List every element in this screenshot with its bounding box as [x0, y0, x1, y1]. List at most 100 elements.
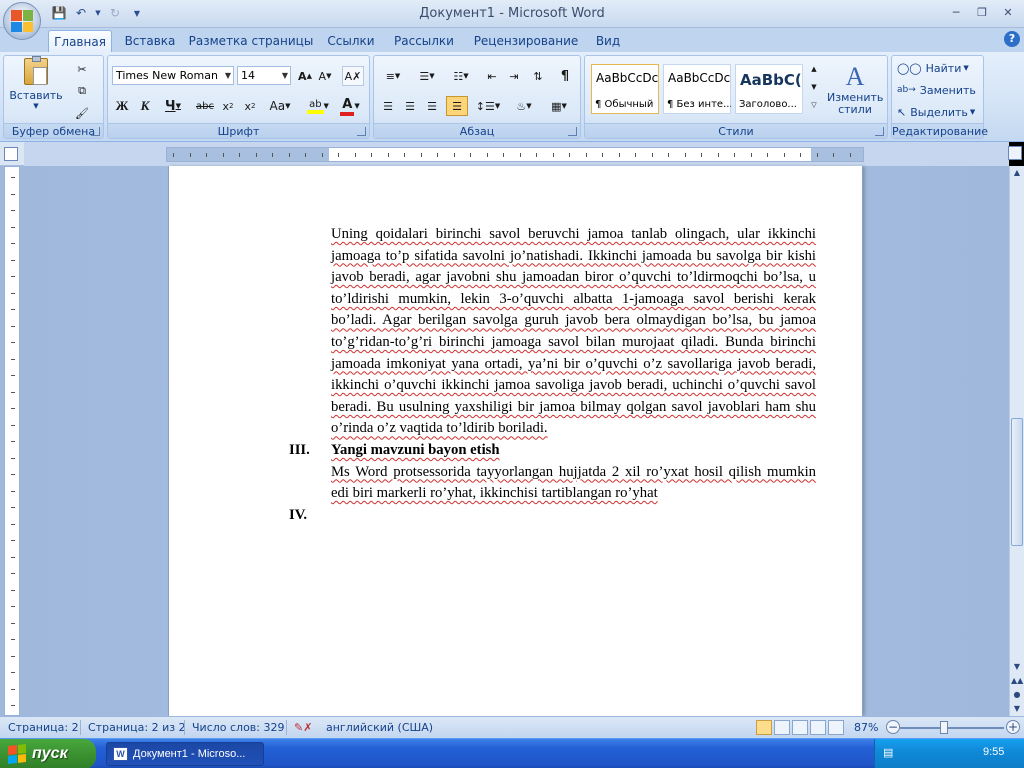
cut-icon[interactable]: ✂	[70, 59, 94, 79]
language-indicator[interactable]: английский (США)	[326, 721, 433, 734]
highlight-color-icon[interactable]: ab ▼	[304, 96, 332, 116]
superscript-icon[interactable]: x2	[240, 96, 260, 116]
align-center-icon[interactable]: ☰	[400, 96, 420, 116]
zoom-level[interactable]: 87%	[854, 721, 878, 734]
decrease-indent-icon[interactable]: ⇤	[482, 66, 502, 86]
font-size-combo[interactable]: 14 ▼	[237, 66, 291, 85]
document-page[interactable]: Uning qoidalari birinchi savol beruvchi …	[168, 166, 863, 716]
document-paragraph[interactable]: Ms Word protsessorida tayyorlangan hujja…	[331, 462, 816, 505]
sort-icon[interactable]: ⇅	[528, 66, 548, 86]
ruler-tick	[11, 688, 15, 690]
change-case-button[interactable]: Aa ▼	[264, 96, 296, 116]
zoom-in-icon[interactable]: +	[1006, 720, 1020, 734]
dialog-launcher-icon[interactable]	[91, 127, 100, 136]
style-normal[interactable]: AaBbCcDc ¶ Обычный	[591, 64, 659, 114]
draft-view-icon[interactable]	[828, 720, 844, 735]
paste-button[interactable]: Вставить ▼	[9, 56, 63, 110]
vertical-ruler[interactable]	[4, 166, 20, 716]
word-count[interactable]: Число слов: 329	[192, 721, 285, 734]
minimize-icon[interactable]: ─	[944, 3, 968, 21]
scroll-thumb[interactable]	[1011, 418, 1023, 546]
tab-insert[interactable]: Вставка	[122, 30, 178, 52]
shrink-font-icon[interactable]: A ▼	[316, 66, 334, 86]
copy-icon[interactable]: ⧉	[70, 81, 94, 101]
print-layout-view-icon[interactable]	[756, 720, 772, 735]
ruler-tick	[833, 153, 834, 157]
strikethrough-icon[interactable]: abc	[194, 96, 216, 116]
tab-page-layout[interactable]: Разметка страницы	[188, 30, 314, 52]
bold-icon[interactable]: Ж	[112, 96, 132, 116]
horizontal-ruler[interactable]	[24, 142, 1009, 166]
tab-mailings[interactable]: Рассылки	[390, 30, 458, 52]
document-paragraph[interactable]: Uning qoidalari birinchi savol beruvchi …	[331, 224, 816, 440]
scroll-down-icon[interactable]: ▼	[1011, 660, 1023, 674]
shading-icon[interactable]: ♨ ▼	[510, 96, 538, 116]
font-name-combo[interactable]: Times New Roman ▼	[112, 66, 234, 85]
tab-view[interactable]: Вид	[592, 30, 624, 52]
page-count[interactable]: Страница: 2 из 2	[88, 721, 186, 734]
styles-more-icon[interactable]: ▽	[807, 96, 821, 114]
align-right-icon[interactable]: ☰	[422, 96, 442, 116]
close-icon[interactable]: ✕	[996, 3, 1020, 21]
change-styles-button[interactable]: A Изменить стили	[825, 58, 885, 120]
numbered-heading[interactable]: IV.	[289, 505, 816, 527]
full-screen-reading-icon[interactable]	[774, 720, 790, 735]
subscript-icon[interactable]: x2	[218, 96, 238, 116]
tab-references[interactable]: Ссылки	[324, 30, 378, 52]
ruler-right-margin	[811, 148, 863, 161]
zoom-out-icon[interactable]: −	[886, 720, 900, 734]
numbering-icon[interactable]: ☰ ▼	[412, 66, 442, 86]
dialog-launcher-icon[interactable]	[875, 127, 884, 136]
dialog-launcher-icon[interactable]	[568, 127, 577, 136]
tab-home[interactable]: Главная	[48, 30, 112, 52]
proofing-error-icon[interactable]: ✎✗	[294, 721, 312, 734]
change-styles-icon: A	[845, 62, 865, 91]
zoom-slider-thumb[interactable]	[940, 721, 948, 734]
help-icon[interactable]: ?	[1004, 31, 1020, 47]
prev-page-icon[interactable]: ▲▲	[1011, 674, 1023, 688]
browse-object-icon[interactable]: ●	[1011, 688, 1023, 702]
align-left-icon[interactable]: ☰	[378, 96, 398, 116]
numbered-heading[interactable]: III. Yangi mavzuni bayon etish	[289, 440, 816, 462]
justify-icon[interactable]: ☰	[446, 96, 468, 116]
style-no-spacing[interactable]: AaBbCcDc ¶ Без инте...	[663, 64, 731, 114]
document-body[interactable]: Uning qoidalari birinchi savol beruvchi …	[289, 224, 816, 527]
clock[interactable]: 9:55	[983, 746, 1004, 758]
next-page-icon[interactable]: ▼	[1011, 702, 1023, 716]
italic-icon[interactable]: К	[135, 96, 155, 116]
network-icon[interactable]: ▤	[883, 746, 893, 759]
underline-icon[interactable]: Ч ▼	[158, 96, 188, 116]
replace-button[interactable]: ab→ Заменить	[896, 80, 980, 100]
restore-icon[interactable]: ❐	[970, 3, 994, 21]
taskbar-word-item[interactable]: W Документ1 - Microso...	[106, 742, 264, 766]
dialog-launcher-icon[interactable]	[357, 127, 366, 136]
line-spacing-icon[interactable]: ↕☰ ▼	[474, 96, 502, 116]
increase-indent-icon[interactable]: ⇥	[504, 66, 524, 86]
start-button[interactable]: пуск	[0, 739, 96, 768]
clear-formatting-icon[interactable]: A✗	[342, 66, 364, 86]
tab-selector[interactable]	[0, 142, 24, 166]
tab-review[interactable]: Рецензирование	[470, 30, 582, 52]
office-button[interactable]	[3, 2, 41, 40]
outline-view-icon[interactable]	[810, 720, 826, 735]
view-ruler-icon[interactable]	[1008, 146, 1022, 160]
select-button[interactable]: ↖ Выделить ▼	[896, 102, 980, 122]
style-heading-1[interactable]: AaBbC( Заголово...	[735, 64, 803, 114]
borders-icon[interactable]: ▦ ▼	[544, 96, 574, 116]
ruler-tick	[618, 153, 620, 157]
font-color-icon[interactable]: A ▼	[336, 96, 364, 116]
format-painter-icon[interactable]: 🖌	[70, 103, 94, 123]
zoom-slider[interactable]	[900, 727, 1004, 729]
find-button[interactable]: ◯◯ Найти ▼	[896, 58, 980, 78]
grow-font-icon[interactable]: A ▲	[296, 66, 314, 86]
show-marks-icon[interactable]: ¶	[554, 66, 576, 86]
heading-text[interactable]: Yangi mavzuni bayon etish	[331, 442, 500, 458]
scroll-up-icon[interactable]: ▲	[1011, 166, 1023, 180]
styles-scroll-up-icon[interactable]: ▲	[807, 60, 821, 78]
bullets-icon[interactable]: ≡ ▼	[378, 66, 408, 86]
page-indicator[interactable]: Страница: 2	[8, 721, 79, 734]
styles-scroll-down-icon[interactable]: ▼	[807, 78, 821, 96]
web-layout-icon[interactable]	[792, 720, 808, 735]
multilevel-list-icon[interactable]: ☷ ▼	[446, 66, 476, 86]
vertical-scrollbar[interactable]: ▲ ▼ ▲▲ ● ▼	[1009, 166, 1024, 716]
